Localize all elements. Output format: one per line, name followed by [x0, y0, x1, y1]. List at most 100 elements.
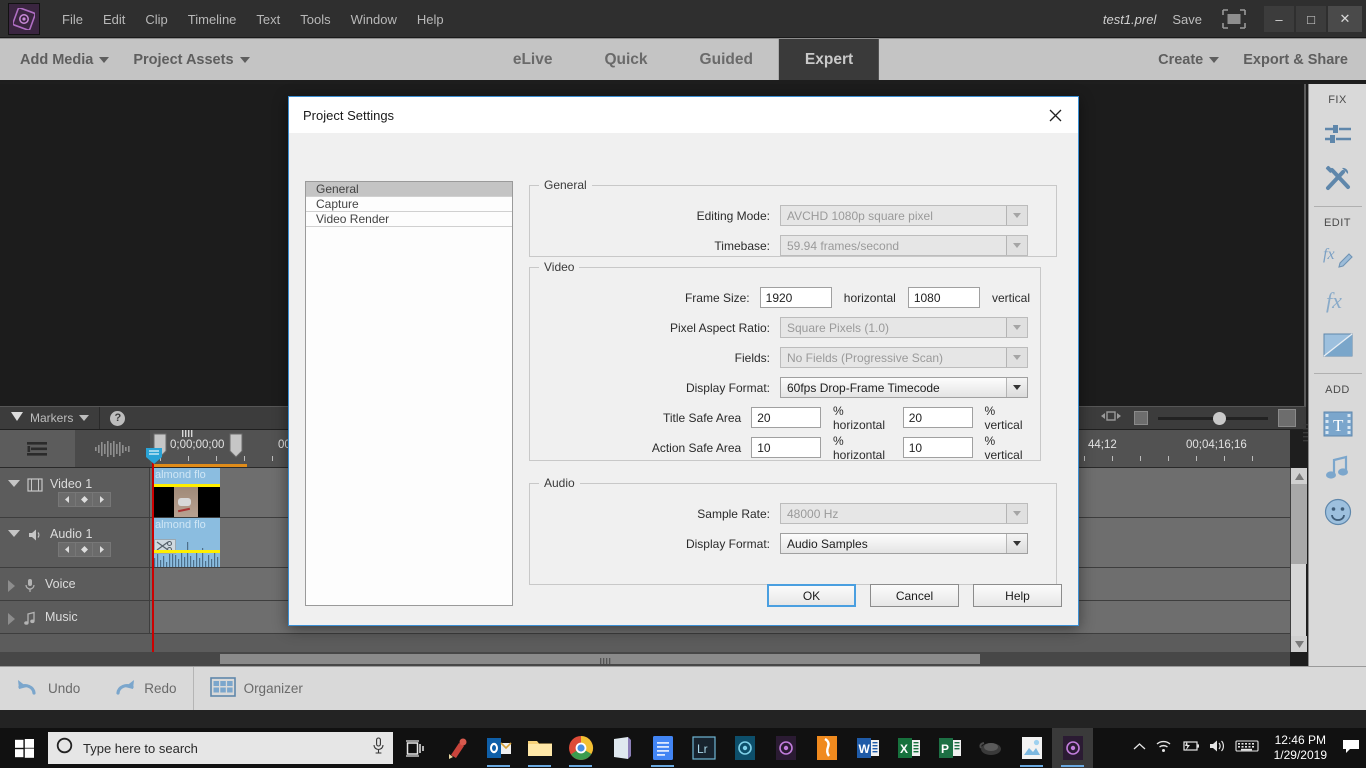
tools-wrench-screwdriver-icon[interactable]	[1316, 156, 1360, 200]
redo-button[interactable]: Redo	[96, 667, 192, 710]
add-keyframe-icon[interactable]	[76, 493, 93, 506]
keyframe-nav-audio1[interactable]	[58, 542, 111, 557]
chevron-down-icon[interactable]	[1006, 378, 1027, 397]
chevron-down-icon[interactable]	[8, 480, 20, 487]
menu-edit[interactable]: Edit	[93, 8, 135, 31]
premiere-elements-organizer-icon[interactable]	[724, 728, 765, 768]
onenote-icon[interactable]	[601, 728, 642, 768]
premiere-elements-icon[interactable]	[765, 728, 806, 768]
prev-keyframe-icon[interactable]	[59, 543, 76, 556]
chrome-icon[interactable]	[560, 728, 601, 768]
save-button[interactable]: Save	[1172, 12, 1202, 27]
add-media-button[interactable]: Add Media	[8, 39, 121, 80]
excel-icon[interactable]: X	[888, 728, 929, 768]
file-explorer-icon[interactable]	[519, 728, 560, 768]
prev-keyframe-icon[interactable]	[59, 493, 76, 506]
export-share-button[interactable]: Export & Share	[1231, 39, 1360, 80]
chevron-right-icon[interactable]	[8, 580, 15, 592]
category-video-render[interactable]: Video Render	[306, 212, 512, 227]
graphics-smiley-icon[interactable]	[1316, 490, 1360, 534]
outlook-icon[interactable]	[478, 728, 519, 768]
project-assets-button[interactable]: Project Assets	[121, 39, 261, 80]
adjustments-sliders-icon[interactable]	[1316, 112, 1360, 156]
add-keyframe-icon[interactable]	[76, 543, 93, 556]
scroll-up-arrow-icon[interactable]	[1291, 468, 1307, 484]
minimize-button[interactable]: –	[1264, 6, 1294, 32]
panel-resize-grip-icon[interactable]	[1303, 424, 1308, 446]
menu-file[interactable]: File	[52, 8, 93, 31]
timeline-view-icon[interactable]	[0, 430, 75, 467]
menu-tools[interactable]: Tools	[290, 8, 340, 31]
premiere-elements-active-icon[interactable]	[1052, 728, 1093, 768]
create-button[interactable]: Create	[1146, 39, 1231, 80]
photos-icon[interactable]	[1011, 728, 1052, 768]
next-keyframe-icon[interactable]	[93, 543, 110, 556]
action-safe-vertical-input[interactable]: 10	[902, 437, 973, 458]
render-bar-icon[interactable]	[1134, 411, 1148, 425]
track-header-video1[interactable]: Video 1	[0, 468, 150, 517]
windows-start-icon[interactable]	[0, 728, 48, 768]
search-input[interactable]: Type here to search	[48, 732, 393, 764]
chevron-right-icon[interactable]	[8, 613, 15, 625]
tab-expert[interactable]: Expert	[778, 39, 880, 80]
tab-elive[interactable]: eLive	[487, 39, 579, 80]
tab-guided[interactable]: Guided	[674, 39, 779, 80]
horizontal-scroll-thumb[interactable]	[220, 654, 980, 664]
keyboard-icon[interactable]	[1235, 739, 1259, 758]
category-general[interactable]: General	[306, 182, 512, 197]
title-safe-vertical-input[interactable]: 20	[902, 407, 973, 428]
chevron-down-icon[interactable]	[1006, 534, 1027, 553]
track-header-music[interactable]: Music	[0, 601, 150, 633]
vertical-scroll-thumb[interactable]	[1291, 484, 1307, 564]
close-button[interactable]: ✕	[1328, 6, 1362, 32]
transitions-icon[interactable]	[1316, 323, 1360, 367]
video-display-format-select[interactable]: 60fps Drop-Frame Timecode	[780, 377, 1028, 398]
clip-video1[interactable]: almond flo	[152, 468, 220, 517]
powerpoint-icon[interactable]: P	[929, 728, 970, 768]
frame-height-input[interactable]: 1080	[907, 287, 980, 308]
wifi-icon[interactable]	[1155, 739, 1172, 758]
fx-icon[interactable]: fx	[1316, 279, 1360, 323]
zoom-slider-knob[interactable]	[1213, 411, 1226, 425]
menu-window[interactable]: Window	[341, 8, 407, 31]
keyframe-nav-video1[interactable]	[58, 492, 111, 507]
zoom-fit-icon[interactable]	[1278, 409, 1296, 427]
handbrake-icon[interactable]	[970, 728, 1011, 768]
task-view-icon[interactable]	[393, 728, 437, 768]
menu-timeline[interactable]: Timeline	[178, 8, 247, 31]
title-safe-horizontal-input[interactable]: 20	[751, 407, 821, 428]
photoshop-elements-icon[interactable]	[806, 728, 847, 768]
clip-audio1[interactable]: almond flo	[152, 518, 220, 567]
microphone-icon[interactable]	[372, 737, 385, 759]
markers-dropdown[interactable]: Markers	[0, 407, 99, 429]
chevron-down-icon[interactable]	[8, 530, 20, 537]
google-docs-icon[interactable]	[642, 728, 683, 768]
maximize-button[interactable]: □	[1296, 6, 1326, 32]
playhead-handle[interactable]	[145, 448, 163, 464]
title-text-icon[interactable]: T	[1316, 402, 1360, 446]
menu-clip[interactable]: Clip	[135, 8, 177, 31]
ccleaner-icon[interactable]	[437, 728, 478, 768]
timeline-horizontal-scrollbar[interactable]	[0, 652, 1290, 666]
screen-mode-icon[interactable]	[1220, 7, 1248, 31]
fx-pencil-icon[interactable]: fx	[1316, 235, 1360, 279]
taskbar-clock[interactable]: 12:46 PM 1/29/2019	[1268, 733, 1333, 763]
chevron-up-icon[interactable]	[1133, 739, 1146, 757]
menu-help[interactable]: Help	[407, 8, 454, 31]
menu-text[interactable]: Text	[246, 8, 290, 31]
action-safe-horizontal-input[interactable]: 10	[751, 437, 821, 458]
notification-icon[interactable]	[1342, 738, 1360, 759]
settings-category-list[interactable]: General Capture Video Render	[305, 181, 513, 606]
track-header-audio1[interactable]: Audio 1	[0, 518, 150, 567]
cancel-button[interactable]: Cancel	[870, 584, 959, 607]
music-note-icon[interactable]	[1316, 446, 1360, 490]
next-keyframe-icon[interactable]	[93, 493, 110, 506]
track-header-voice[interactable]: Voice	[0, 568, 150, 600]
word-icon[interactable]: W	[847, 728, 888, 768]
category-capture[interactable]: Capture	[306, 197, 512, 212]
lightroom-icon[interactable]: Lr	[683, 728, 724, 768]
battery-charging-icon[interactable]	[1181, 739, 1200, 757]
ok-button[interactable]: OK	[767, 584, 856, 607]
audio-waveform-icon[interactable]	[75, 430, 150, 467]
volume-icon[interactable]	[1209, 739, 1226, 758]
